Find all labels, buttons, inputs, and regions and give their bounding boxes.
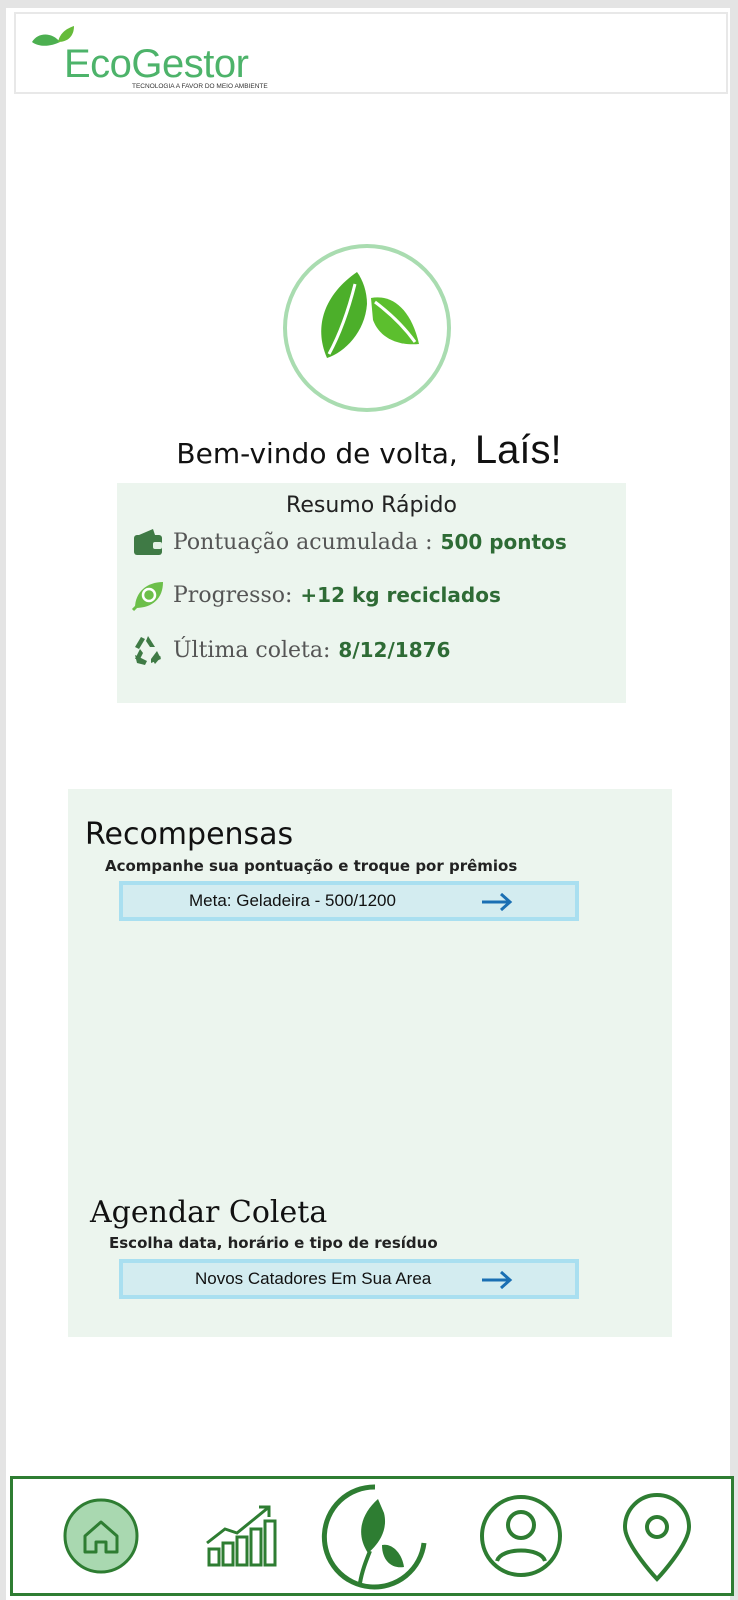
summary-label-last-collection: Última coleta: [173,637,331,663]
reward-goal-label: Meta: Geladeira - 500/1200 [189,891,396,910]
arrow-right-icon [482,893,513,911]
new-collectors-label: Novos Catadores Em Sua Area [195,1269,432,1288]
location-pin-icon [622,1493,692,1582]
wallet-icon [134,529,162,555]
recycle-icon [135,636,161,665]
summary-row-progress: Progresso: +12 kg reciclados [131,578,501,612]
home-icon [63,1498,139,1574]
summary-value-last-collection: 8/12/1876 [338,638,451,662]
app-logo: EcoGestor TECNOLOGIA A FAVOR DO MEIO AMB… [30,26,300,96]
leaf-icon [321,1484,427,1590]
nav-main-button[interactable] [320,1481,430,1597]
summary-value-progress: +12 kg reciclados [300,583,501,607]
user-icon [480,1495,562,1577]
brand-name: EcoGestor [64,42,249,86]
schedule-collection-subtitle: Escolha data, horário e tipo de resíduo [109,1234,438,1252]
summary-row-last-collection: Última coleta: 8/12/1876 [131,633,450,667]
summary-title: Resumo Rápido [286,493,457,518]
leaves-icon [321,272,419,358]
summary-label-progress: Progresso: [173,582,293,608]
recycle-leaf-icon [131,582,163,612]
reward-goal-button[interactable]: Meta: Geladeira - 500/1200 [119,881,579,921]
bottom-navigation [10,1476,734,1596]
nav-location-button[interactable] [619,1491,695,1589]
quick-summary-card: Resumo Rápido Pontuação acumulada : 500 … [117,483,626,703]
welcome-user-name: Laís! [474,428,562,472]
brand-tagline: TECNOLOGIA A FAVOR DO MEIO AMBIENTE [132,83,268,90]
rewards-title: Recompensas [85,817,294,852]
hero-emblem [283,244,451,412]
summary-label-points: Pontuação acumulada : [173,529,433,555]
rewards-subtitle: Acompanhe sua pontuação e troque por prê… [105,857,518,875]
welcome-message: Bem-vindo de volta, Laís! [0,428,738,473]
new-collectors-button[interactable]: Novos Catadores Em Sua Area [119,1259,579,1299]
welcome-greeting: Bem-vindo de volta, [176,437,458,470]
nav-profile-button[interactable] [479,1493,563,1583]
actions-panel: Recompensas Acompanhe sua pontuação e tr… [68,789,672,1337]
nav-home-button[interactable] [63,1498,139,1578]
summary-value-points: 500 pontos [440,530,567,554]
schedule-collection-title: Agendar Coleta [90,1195,328,1230]
chart-icon [206,1505,277,1567]
summary-row-points: Pontuação acumulada : 500 pontos [131,525,567,559]
arrow-right-icon [482,1271,513,1289]
nav-stats-button[interactable] [203,1503,279,1573]
